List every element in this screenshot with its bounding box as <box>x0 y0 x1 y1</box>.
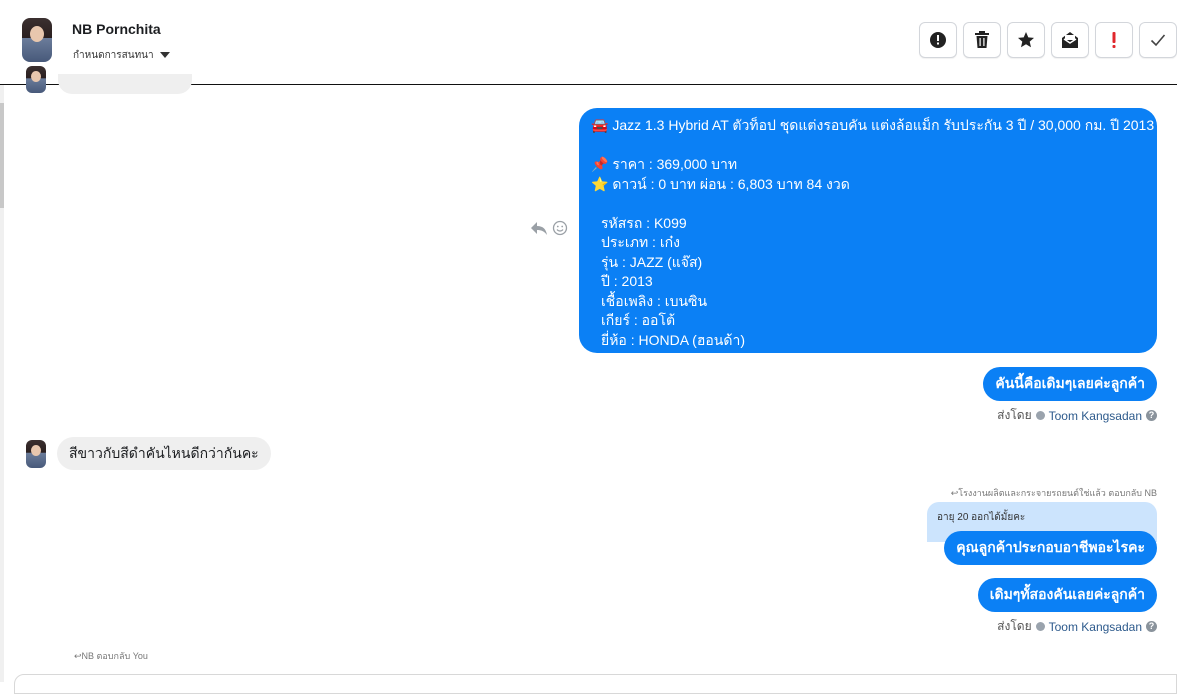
sent-by-label: ส่งโดย Toom Kangsadan ? <box>997 406 1157 425</box>
contact-name[interactable]: NB Pornchita <box>72 21 161 37</box>
agent-status-icon <box>1035 411 1045 420</box>
done-button[interactable] <box>1139 22 1177 58</box>
message-list-scrollbar[interactable] <box>0 85 4 682</box>
listing-line: 📌 ราคา : 369,000 บาท <box>591 156 738 172</box>
alert-circle-button[interactable] <box>919 22 957 58</box>
listing-line <box>591 194 1145 214</box>
previous-incoming-message[interactable] <box>58 74 192 94</box>
car-listing-message[interactable]: 🚘 Jazz 1.3 Hybrid AT ตัวท็อป ชุดแต่งรอบค… <box>579 108 1157 353</box>
help-icon[interactable]: ? <box>1146 410 1157 421</box>
listing-line: รุ่น : JAZZ (แจ๊ส) <box>601 253 703 270</box>
conversation-header: NB Pornchita กำหนดการสนทนา <box>0 0 1177 85</box>
conversation-status-label: กำหนดการสนทนา <box>73 50 154 61</box>
outgoing-message[interactable]: คุณลูกค้าประกอบอาชีพอะไรคะ <box>944 531 1157 565</box>
listing-line: ยี่ห้อ : HONDA (ฮอนด้า) <box>601 331 745 348</box>
message-composer[interactable] <box>14 674 1177 694</box>
message-text: คุณลูกค้าประกอบอาชีพอะไรคะ <box>956 539 1145 555</box>
message-text: คันนี้คือเดิมๆเลยค่ะลูกค้า <box>995 375 1145 391</box>
alert-circle-icon <box>930 32 946 48</box>
message-text: สีขาวกับสีดำคันไหนดีกว่ากันคะ <box>69 444 259 461</box>
listing-line: ประเภท : เก๋ง <box>601 234 680 250</box>
outgoing-message[interactable]: เดิมๆทั้สองคันเลยค่ะลูกค้า <box>977 578 1157 612</box>
exclamation-icon <box>1112 32 1116 48</box>
trash-icon <box>975 31 989 48</box>
important-button[interactable] <box>1095 22 1133 58</box>
outgoing-message[interactable]: คันนี้คือเดิมๆเลยค่ะลูกค้า <box>983 367 1157 401</box>
help-icon[interactable]: ? <box>1146 621 1157 632</box>
star-icon <box>1018 32 1034 48</box>
sent-by-text: ส่งโดย <box>997 619 1032 633</box>
agent-name[interactable]: Toom Kangsadan <box>1049 620 1142 634</box>
sent-by-label: ส่งโดย Toom Kangsadan ? <box>997 617 1157 636</box>
listing-line: เกียร์ : ออโต้ <box>601 312 676 328</box>
reply-reference-text: โรงงานผลิตและกระจายรถยนต์ใช่แล้ว ตอบกลับ… <box>958 488 1157 498</box>
reply-reference: ↩NB ตอบกลับ You <box>74 649 148 663</box>
quoted-text: อายุ 20 ออกได้มั้ยคะ <box>937 512 1026 523</box>
listing-line: เชื้อเพลิง : เบนซิน <box>601 292 708 309</box>
contact-avatar[interactable] <box>22 18 52 62</box>
contact-mini-avatar <box>26 440 46 468</box>
mark-unread-button[interactable] <box>1051 22 1089 58</box>
sent-by-text: ส่งโดย <box>997 408 1032 422</box>
message-text: เดิมๆทั้สองคันเลยค่ะลูกค้า <box>989 586 1145 602</box>
contact-mini-avatar <box>26 66 46 93</box>
listing-line <box>591 136 1145 156</box>
reply-arrow-icon: ↩ <box>74 651 82 661</box>
agent-status-icon <box>1035 622 1045 631</box>
message-actions <box>530 220 568 236</box>
delete-button[interactable] <box>963 22 1001 58</box>
header-toolbar <box>919 22 1177 58</box>
envelope-open-icon <box>1062 32 1078 48</box>
listing-line: 🚘 Jazz 1.3 Hybrid AT ตัวท็อป ชุดแต่งรอบค… <box>591 117 1155 133</box>
reply-reference: ↩โรงงานผลิตและกระจายรถยนต์ใช่แล้ว ตอบกลั… <box>951 486 1157 500</box>
listing-line: ⭐ ดาวน์ : 0 บาท ผ่อน : 6,803 บาท 84 งวด <box>591 175 850 192</box>
caret-down-icon <box>159 52 170 59</box>
listing-line: รหัสรถ : K099 <box>601 214 687 231</box>
conversation-status-dropdown[interactable]: กำหนดการสนทนา <box>73 48 170 63</box>
emoji-reaction-icon[interactable] <box>552 220 568 236</box>
star-button[interactable] <box>1007 22 1045 58</box>
reply-reference-text: NB ตอบกลับ You <box>81 651 148 661</box>
agent-name[interactable]: Toom Kangsadan <box>1049 409 1142 423</box>
reply-icon[interactable] <box>530 220 548 236</box>
incoming-message[interactable]: สีขาวกับสีดำคันไหนดีกว่ากันคะ <box>57 437 271 470</box>
check-icon <box>1150 34 1166 47</box>
listing-line: ปี : 2013 <box>601 273 653 289</box>
